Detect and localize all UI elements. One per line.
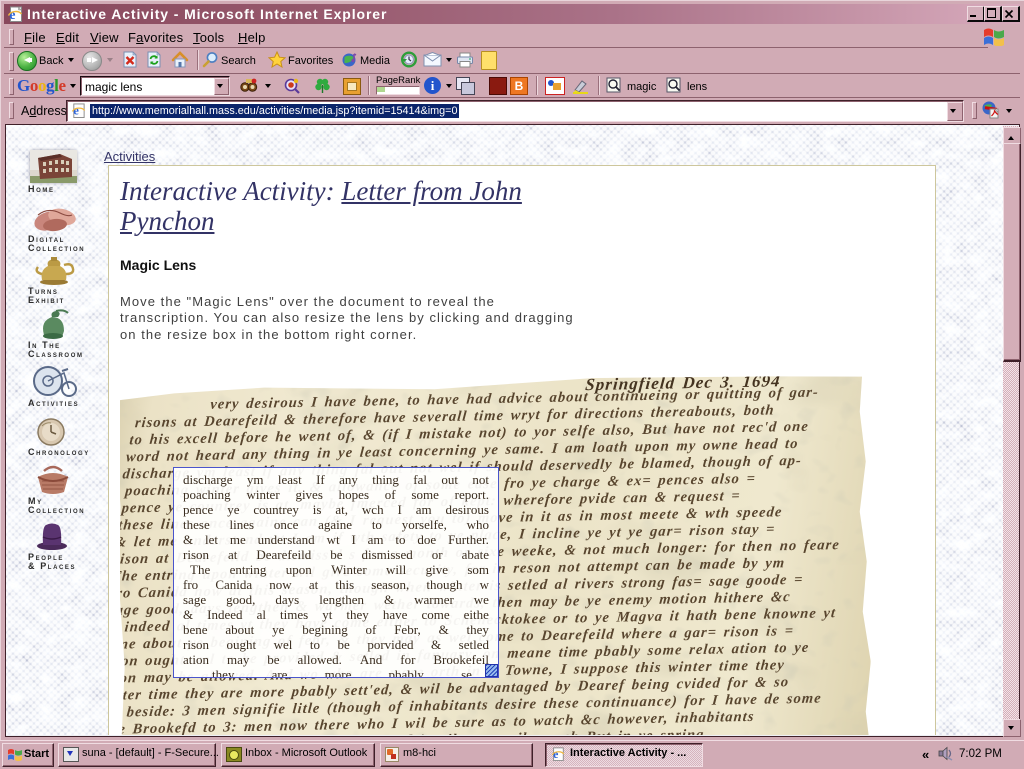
svg-text:e: e: [553, 747, 558, 761]
svg-text:e: e: [73, 104, 79, 118]
svg-text:e: e: [9, 8, 15, 22]
